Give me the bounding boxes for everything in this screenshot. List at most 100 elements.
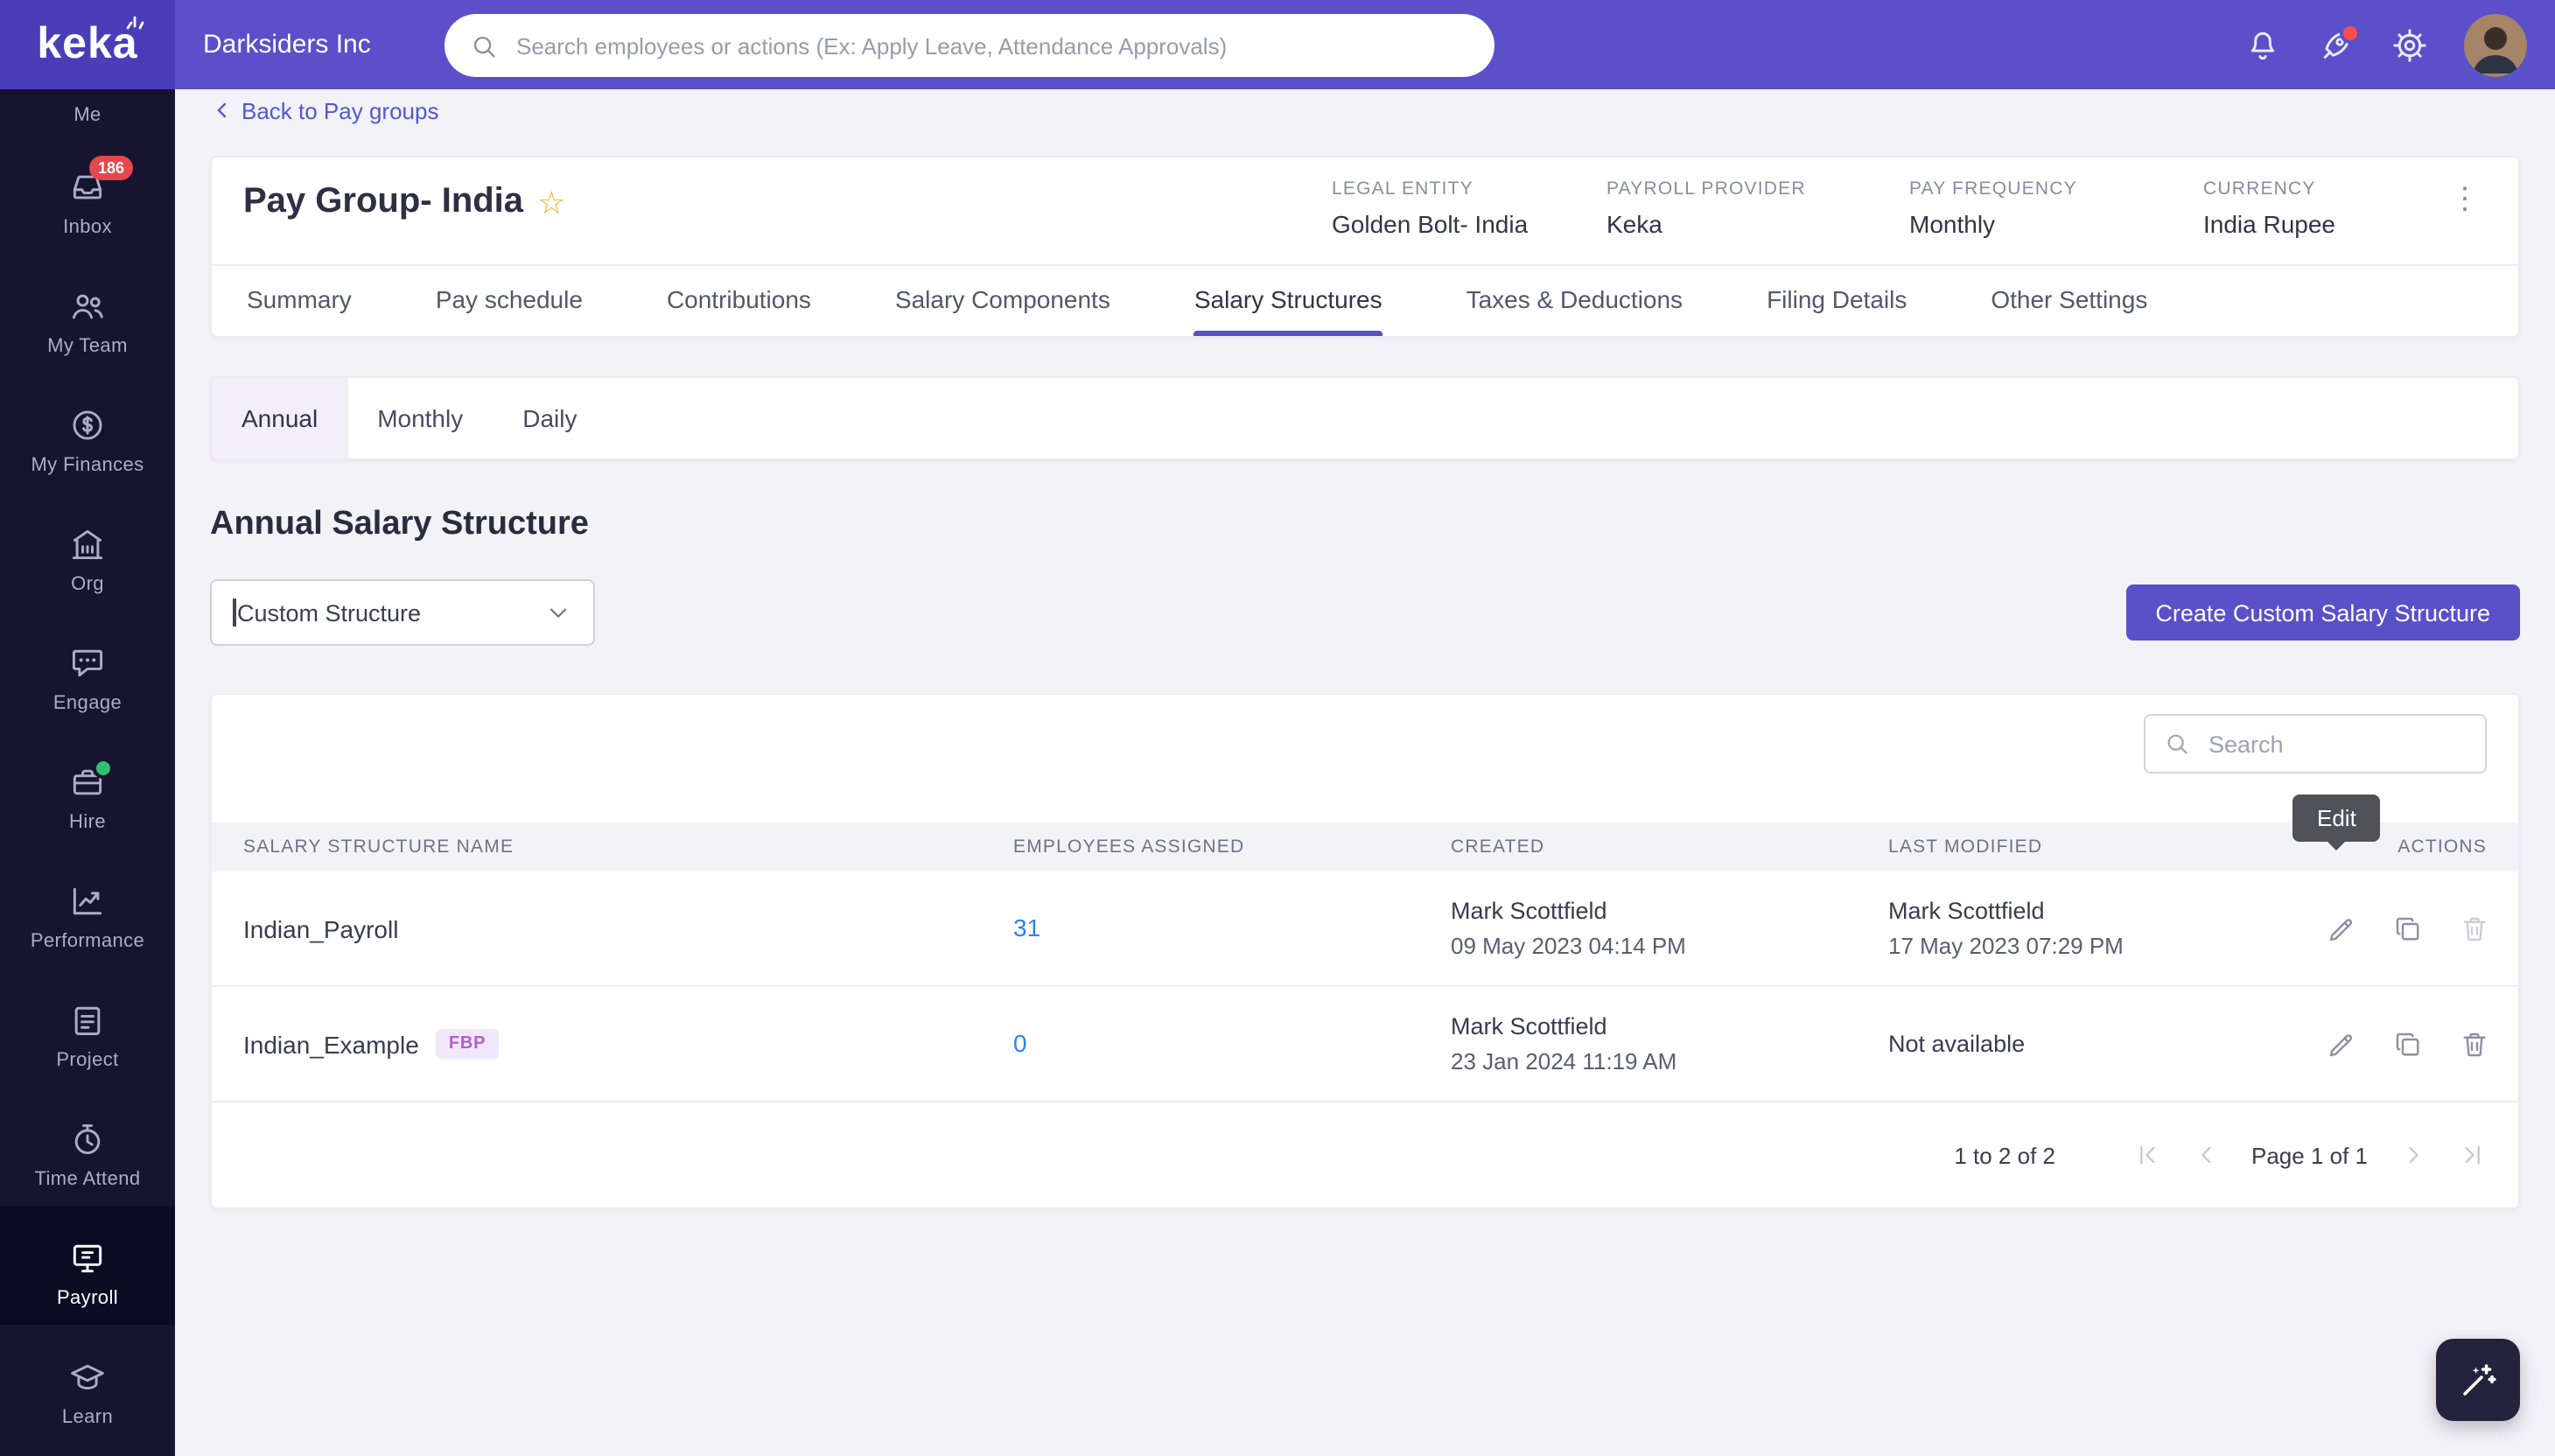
page-indicator: Page 1 of 1 bbox=[2251, 1142, 2368, 1168]
tab-filing-details[interactable]: Filing Details bbox=[1767, 266, 1907, 336]
structure-name: Indian_Payroll bbox=[243, 914, 399, 942]
col-last-modified: LAST MODIFIED bbox=[1888, 836, 2043, 858]
notification-dot bbox=[2340, 22, 2361, 43]
subtab-monthly[interactable]: Monthly bbox=[347, 378, 493, 458]
create-custom-salary-structure-button[interactable]: Create Custom Salary Structure bbox=[2125, 584, 2520, 640]
employees-assigned-link[interactable]: 31 bbox=[1013, 913, 1040, 941]
tab-summary[interactable]: Summary bbox=[247, 266, 352, 336]
field-legal-entity: LEGAL ENTITY Golden Bolt- India bbox=[1332, 178, 1529, 238]
hire-icon bbox=[68, 758, 114, 802]
global-search-input[interactable] bbox=[513, 31, 1470, 60]
chevron-left-icon bbox=[2201, 1146, 2210, 1164]
modified-by: Mark Scottfield bbox=[1888, 898, 2045, 924]
col-employees-assigned: EMPLOYEES ASSIGNED bbox=[1013, 836, 1245, 858]
subtab-annual[interactable]: Annual bbox=[212, 378, 348, 458]
copy-icon bbox=[2396, 916, 2419, 940]
sidebar-item-my-finances[interactable]: My Finances bbox=[0, 373, 175, 492]
sidebar-item-me[interactable]: Me bbox=[0, 89, 175, 135]
filter-row: Custom Structure Create Custom Salary St… bbox=[210, 579, 2520, 646]
learn-icon bbox=[68, 1358, 107, 1396]
back-to-pay-groups-link[interactable]: Back to Pay groups bbox=[210, 93, 438, 128]
modified-status: Not available bbox=[1888, 1031, 2026, 1057]
table-search-input[interactable] bbox=[2205, 729, 2468, 759]
hire-status-dot bbox=[93, 758, 114, 779]
sidebar-item-payroll[interactable]: Payroll bbox=[0, 1206, 175, 1325]
copy-icon bbox=[2396, 1032, 2419, 1055]
table-row: Indian_Example FBP 0 Mark Scottfield 23 … bbox=[212, 987, 2518, 1102]
created-by: Mark Scottfield bbox=[1451, 1013, 1607, 1040]
tab-pay-schedule[interactable]: Pay schedule bbox=[436, 266, 583, 336]
trash-icon bbox=[2463, 1032, 2486, 1056]
avatar[interactable] bbox=[2464, 13, 2527, 76]
sidebar-item-engage[interactable]: Engage bbox=[0, 611, 175, 730]
tab-other-settings[interactable]: Other Settings bbox=[1991, 266, 2147, 336]
tab-salary-components[interactable]: Salary Components bbox=[895, 266, 1110, 336]
sidebar-item-inbox[interactable]: 186 Inbox bbox=[0, 135, 175, 254]
gear-icon bbox=[2393, 28, 2426, 61]
logo-sparkle-icon bbox=[126, 16, 144, 30]
page-title: Pay Group- India bbox=[243, 182, 524, 220]
sidebar: Me 186 Inbox My Team My Finances Org Eng… bbox=[0, 89, 175, 1456]
delete-button[interactable] bbox=[2459, 913, 2490, 944]
edit-tooltip: Edit bbox=[2292, 794, 2381, 850]
last-page-button[interactable] bbox=[2459, 1141, 2487, 1169]
sidebar-item-my-team[interactable]: My Team bbox=[0, 254, 175, 373]
first-page-button[interactable] bbox=[2132, 1141, 2160, 1169]
sidebar-item-project[interactable]: Project bbox=[0, 968, 175, 1087]
fbp-badge: FBP bbox=[436, 1029, 499, 1059]
keka-logo-text: keka bbox=[37, 19, 138, 68]
inbox-icon: 186 bbox=[68, 156, 134, 206]
search-icon bbox=[473, 35, 495, 57]
previous-page-button[interactable] bbox=[2192, 1141, 2220, 1169]
pencil-icon bbox=[2329, 1033, 2353, 1056]
col-salary-structure-name: SALARY STRUCTURE NAME bbox=[243, 836, 514, 858]
magic-wand-button[interactable] bbox=[2436, 1339, 2520, 1421]
salary-structures-table-card: SALARY STRUCTURE NAME EMPLOYEES ASSIGNED… bbox=[210, 693, 2520, 1209]
sidebar-item-org[interactable]: Org bbox=[0, 492, 175, 611]
whats-new-button[interactable] bbox=[2317, 22, 2361, 64]
tab-taxes-deductions[interactable]: Taxes & Deductions bbox=[1466, 266, 1683, 336]
tab-contributions[interactable]: Contributions bbox=[667, 266, 811, 336]
team-icon bbox=[68, 287, 107, 326]
table-search[interactable] bbox=[2144, 714, 2487, 774]
clock-icon bbox=[68, 1120, 107, 1158]
favorite-star-icon[interactable]: ☆ bbox=[537, 186, 565, 218]
pay-group-header-card: Pay Group- India ☆ LEGAL ENTITY Golden B… bbox=[210, 156, 2520, 338]
topbar-actions bbox=[2244, 13, 2555, 76]
notifications-button[interactable] bbox=[2244, 25, 2282, 64]
table-footer: 1 to 2 of 2 Page 1 of 1 bbox=[212, 1102, 2518, 1208]
keka-logo[interactable]: keka bbox=[0, 0, 175, 89]
company-name: Darksiders Inc bbox=[203, 30, 371, 60]
edit-button[interactable] bbox=[2326, 913, 2357, 944]
section-title: Annual Salary Structure bbox=[210, 506, 589, 542]
bell-icon bbox=[2250, 31, 2275, 60]
tab-salary-structures[interactable]: Salary Structures bbox=[1194, 266, 1383, 336]
subtab-daily[interactable]: Daily bbox=[493, 378, 606, 458]
settings-button[interactable] bbox=[2390, 25, 2429, 64]
created-on: 23 Jan 2024 11:19 AM bbox=[1451, 1048, 1677, 1074]
finances-icon bbox=[68, 406, 107, 444]
global-search[interactable] bbox=[444, 14, 1494, 77]
app-root: keka Darksiders Inc Search employees or … bbox=[0, 0, 2555, 1456]
main-content: Back to Pay groups Pay Group- India ☆ LE… bbox=[175, 89, 2555, 1456]
sidebar-item-time-attend[interactable]: Time Attend bbox=[0, 1087, 175, 1206]
more-options-button[interactable]: ⋮ bbox=[2450, 182, 2480, 217]
structure-name: Indian_Example bbox=[243, 1030, 419, 1058]
structure-type-dropdown[interactable]: Custom Structure bbox=[210, 579, 595, 646]
sidebar-item-hire[interactable]: Hire bbox=[0, 730, 175, 849]
pay-group-tabs: Summary Pay schedule Contributions Salar… bbox=[212, 264, 2518, 336]
sidebar-item-performance[interactable]: Performance bbox=[0, 849, 175, 968]
employees-assigned-link[interactable]: 0 bbox=[1013, 1028, 1027, 1056]
search-icon bbox=[2167, 734, 2188, 754]
topbar: keka Darksiders Inc bbox=[0, 0, 2555, 89]
payroll-icon bbox=[68, 1239, 107, 1278]
sidebar-item-learn[interactable]: Learn bbox=[0, 1325, 175, 1444]
delete-button[interactable] bbox=[2459, 1028, 2490, 1060]
edit-button[interactable] bbox=[2326, 1028, 2357, 1060]
engage-icon bbox=[68, 644, 107, 682]
project-icon bbox=[68, 1001, 107, 1040]
next-page-button[interactable] bbox=[2399, 1141, 2427, 1169]
duplicate-button[interactable] bbox=[2392, 1028, 2424, 1060]
created-by: Mark Scottfield bbox=[1451, 898, 1607, 924]
duplicate-button[interactable] bbox=[2392, 913, 2424, 944]
